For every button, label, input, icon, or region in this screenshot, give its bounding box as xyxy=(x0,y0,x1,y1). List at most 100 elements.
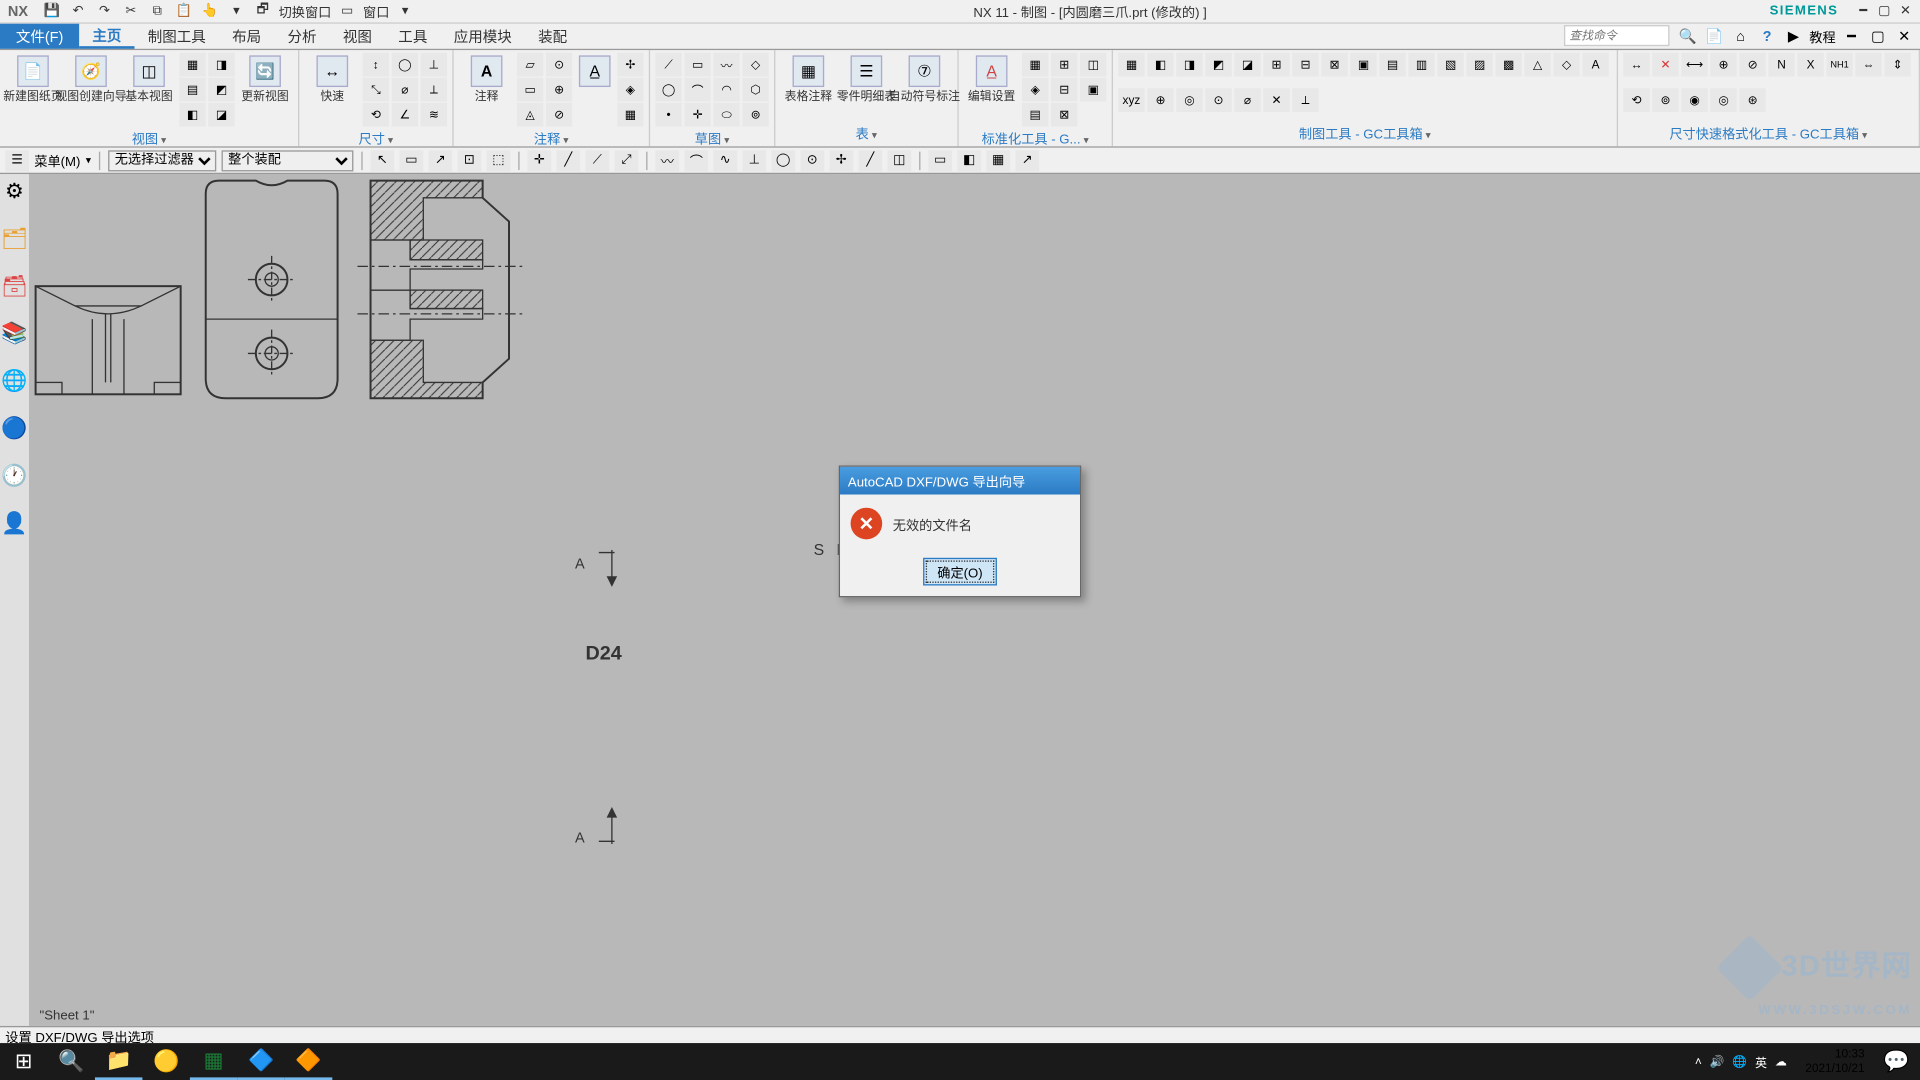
tb2-1[interactable]: ↖ xyxy=(371,150,395,171)
sk-s2-button[interactable]: ◯ xyxy=(655,78,681,102)
df-15[interactable]: ⊛ xyxy=(1739,88,1765,112)
history-icon[interactable]: 🔵 xyxy=(3,417,27,441)
tray-extra-icon[interactable]: ☁ xyxy=(1775,1054,1787,1069)
tab-analysis[interactable]: 分析 xyxy=(274,24,329,49)
excel-icon[interactable]: ▦ xyxy=(190,1043,237,1080)
tb2-snap4[interactable]: ⤢ xyxy=(615,150,639,171)
std-s1[interactable]: ▦ xyxy=(1022,53,1048,77)
table-note-button[interactable]: ▦表格注释 xyxy=(781,53,836,107)
doc-minimize-button[interactable]: ━ xyxy=(1841,26,1862,47)
tb2-3[interactable]: ↗ xyxy=(429,150,453,171)
sk-s12-button[interactable]: ⊚ xyxy=(742,103,768,127)
group-label-std-tools[interactable]: 标准化工具 - G... xyxy=(964,127,1106,149)
view-small4-button[interactable]: ◨ xyxy=(208,53,234,77)
command-search-input[interactable] xyxy=(1564,25,1669,46)
group-label-table[interactable]: 表 xyxy=(781,121,952,143)
dim-s9-button[interactable]: ≋ xyxy=(421,103,447,127)
tab-app-module[interactable]: 应用模块 xyxy=(441,24,525,49)
tab-assembly[interactable]: 装配 xyxy=(525,24,580,49)
gc-15[interactable]: △ xyxy=(1524,53,1550,77)
tb2-snap3[interactable]: ⟋ xyxy=(586,150,610,171)
gc-20[interactable]: ◎ xyxy=(1176,88,1202,112)
doc-restore-button[interactable]: ▢ xyxy=(1867,26,1888,47)
gc-19[interactable]: ⊕ xyxy=(1147,88,1173,112)
ann-s5-button[interactable]: ⊕ xyxy=(546,78,572,102)
group-label-sketch[interactable]: 草图 xyxy=(655,127,768,149)
dim-s5-button[interactable]: ⌀ xyxy=(392,78,418,102)
gc-4[interactable]: ◩ xyxy=(1205,53,1231,77)
tb2-snap2[interactable]: ╱ xyxy=(557,150,581,171)
tb2-snap1[interactable]: ✛ xyxy=(528,150,552,171)
group-label-annotation[interactable]: 注释 xyxy=(459,127,644,149)
recent-icon[interactable]: 📄 xyxy=(1704,26,1725,47)
tab-home[interactable]: 主页 xyxy=(79,24,134,49)
ann-s8-button[interactable]: ◈ xyxy=(617,78,643,102)
home-icon[interactable]: ⌂ xyxy=(1730,26,1751,47)
roles-icon[interactable]: 👤 xyxy=(3,512,27,536)
file-menu[interactable]: 文件(F) xyxy=(0,24,79,49)
tb2-c5[interactable]: ◯ xyxy=(771,150,795,171)
maximize-button[interactable]: ▢ xyxy=(1875,2,1893,20)
dim-s3-button[interactable]: ⟲ xyxy=(363,103,389,127)
touch-icon[interactable]: 👆 xyxy=(199,1,220,22)
ann-s6-button[interactable]: ⊘ xyxy=(546,103,572,127)
chrome-icon[interactable]: 🟡 xyxy=(142,1043,189,1080)
df-11[interactable]: ⟲ xyxy=(1623,88,1649,112)
dim-s8-button[interactable]: ⟂ xyxy=(421,78,447,102)
std-s5[interactable]: ⊟ xyxy=(1051,78,1077,102)
file-explorer-icon[interactable]: 📁 xyxy=(95,1043,142,1080)
dim-s2-button[interactable]: ⤡ xyxy=(363,78,389,102)
help-icon[interactable]: ? xyxy=(1757,26,1778,47)
cut-icon[interactable]: ✂ xyxy=(120,1,141,22)
dim-s6-button[interactable]: ∠ xyxy=(392,103,418,127)
sk-s11-button[interactable]: ⬡ xyxy=(742,78,768,102)
df-5[interactable]: ⊘ xyxy=(1739,53,1765,77)
web-browser-icon[interactable]: 🌐 xyxy=(3,369,27,393)
menu-button-icon[interactable]: ☰ xyxy=(5,150,29,171)
reuse-library-icon[interactable]: 📚 xyxy=(3,322,27,346)
df-8[interactable]: NH1 xyxy=(1826,53,1852,77)
gc-8[interactable]: ⊠ xyxy=(1321,53,1347,77)
tb2-d2[interactable]: ◧ xyxy=(957,150,981,171)
sheet-tab[interactable]: "Sheet 1" xyxy=(29,1005,105,1026)
ime-indicator[interactable]: 英 xyxy=(1755,1053,1767,1070)
new-sheet-button[interactable]: 📄新建图纸页 xyxy=(5,53,60,107)
df-2[interactable]: ✕ xyxy=(1652,53,1678,77)
view-small3-button[interactable]: ◧ xyxy=(179,103,205,127)
close-button[interactable]: ✕ xyxy=(1896,2,1914,20)
std-s4[interactable]: ⊞ xyxy=(1051,53,1077,77)
search-icon[interactable]: 🔍 xyxy=(1677,26,1698,47)
tb2-c8[interactable]: ╱ xyxy=(858,150,882,171)
tutorial-label[interactable]: 教程 xyxy=(1809,26,1835,46)
sk-s9-button[interactable]: ⬭ xyxy=(713,103,739,127)
tb2-2[interactable]: ▭ xyxy=(400,150,424,171)
save-icon[interactable]: 💾 xyxy=(41,1,62,22)
rapid-button[interactable]: ↔快速 xyxy=(305,53,360,107)
notifications-icon[interactable]: 💬 xyxy=(1873,1043,1920,1080)
gc-3[interactable]: ◨ xyxy=(1176,53,1202,77)
copy-icon[interactable]: ⧉ xyxy=(147,1,168,22)
sk-s4-button[interactable]: ▭ xyxy=(684,53,710,77)
view-small1-button[interactable]: ▦ xyxy=(179,53,205,77)
df-4[interactable]: ⊕ xyxy=(1710,53,1736,77)
df-14[interactable]: ◎ xyxy=(1710,88,1736,112)
assembly-navigator-icon[interactable]: 🗃 xyxy=(3,274,27,298)
ann-s3-button[interactable]: ◬ xyxy=(517,103,543,127)
dim-s7-button[interactable]: ⊥ xyxy=(421,53,447,77)
sk-s8-button[interactable]: ◠ xyxy=(713,78,739,102)
std-s3[interactable]: ▤ xyxy=(1022,103,1048,127)
tb2-c9[interactable]: ◫ xyxy=(888,150,912,171)
gc-13[interactable]: ▨ xyxy=(1466,53,1492,77)
view-small2-button[interactable]: ▤ xyxy=(179,78,205,102)
sk-s3-button[interactable]: • xyxy=(655,103,681,127)
tb2-d4[interactable]: ↗ xyxy=(1015,150,1039,171)
minimize-button[interactable]: ━ xyxy=(1854,2,1872,20)
auto-balloon-button[interactable]: ⑦自动符号标注 xyxy=(897,53,952,107)
menu-button-label[interactable]: 菜单(M) xyxy=(34,150,80,170)
window-icon[interactable]: ▭ xyxy=(337,1,358,22)
app2-icon[interactable]: 🔶 xyxy=(285,1043,332,1080)
taskbar-clock[interactable]: 10:33 2021/10/21 xyxy=(1797,1047,1872,1076)
std-s2[interactable]: ◈ xyxy=(1022,78,1048,102)
gc-2[interactable]: ◧ xyxy=(1147,53,1173,77)
ann-s2-button[interactable]: ▭ xyxy=(517,78,543,102)
